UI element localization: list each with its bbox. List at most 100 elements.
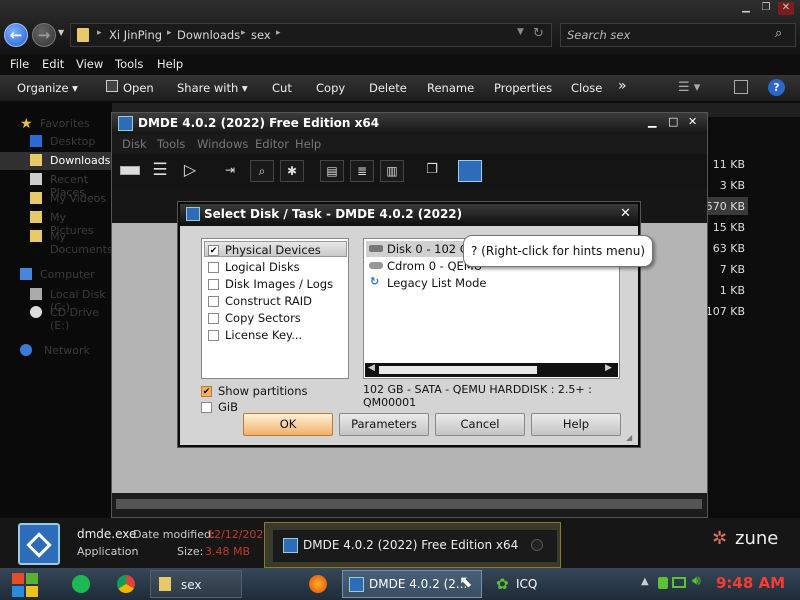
sidebar-item-desktop[interactable]: Desktop	[50, 135, 95, 148]
preview-close-icon[interactable]	[531, 539, 543, 551]
breadcrumb-user[interactable]: Xi JinPing	[109, 28, 162, 42]
preview-pane-icon[interactable]	[734, 80, 748, 94]
hex-editor-icon[interactable]: ▥	[380, 160, 404, 182]
forward-button[interactable]: →	[32, 23, 56, 47]
favorites-label[interactable]: Favorites	[40, 117, 90, 130]
dmde-home-icon[interactable]	[458, 160, 482, 182]
address-bar[interactable]: ▸ Xi JinPing ▸ Downloads ▸ sex ▸ ▼ ↻	[70, 23, 552, 47]
task-license-key[interactable]: License Key...	[208, 328, 302, 342]
menu-view[interactable]: View	[76, 57, 103, 71]
organize-button[interactable]: Organize ▾	[17, 81, 78, 95]
dmde-close-button[interactable]: ✕	[688, 115, 697, 128]
dmde-menu-tools[interactable]: Tools	[157, 137, 185, 151]
rename-button[interactable]: Rename	[427, 81, 474, 95]
address-dropdown-icon[interactable]: ▼	[517, 27, 524, 37]
computer-label[interactable]: Computer	[40, 268, 95, 281]
more-commands-icon[interactable]: »	[618, 78, 627, 94]
task-disk-images[interactable]: Disk Images / Logs	[208, 277, 333, 291]
checkbox[interactable]	[208, 313, 219, 324]
help-icon[interactable]: ?	[768, 79, 785, 96]
windows-icon[interactable]: ❐	[420, 160, 444, 182]
dmde-menu-editor[interactable]: Editor	[255, 137, 289, 151]
start-button[interactable]	[10, 570, 40, 598]
task-logical-disks[interactable]: Logical Disks	[208, 260, 300, 274]
dialog-close-icon[interactable]: ✕	[620, 206, 631, 221]
tray-app-icon[interactable]	[658, 577, 668, 589]
copy-button[interactable]: Copy	[316, 81, 345, 95]
scroll-thumb[interactable]	[379, 366, 537, 374]
taskbar-item-icq[interactable]: ✿ ICQ	[492, 570, 574, 598]
network-label[interactable]: Network	[44, 344, 90, 357]
checked-checkbox-icon[interactable]: ✔	[208, 245, 219, 256]
chrome-icon[interactable]	[117, 575, 135, 593]
firefox-icon[interactable]	[309, 575, 327, 593]
copy-sectors-icon[interactable]: ▤	[320, 160, 344, 182]
close-window-button[interactable]: ✕	[778, 2, 794, 15]
checkbox[interactable]	[208, 330, 219, 341]
computer-icon	[20, 268, 32, 280]
task-copy-sectors[interactable]: Copy Sectors	[208, 311, 301, 325]
checkbox[interactable]	[208, 262, 219, 273]
restore-button[interactable]: ❐	[758, 2, 774, 15]
open-button[interactable]: Open	[123, 81, 154, 95]
spotify-icon[interactable]	[72, 575, 90, 593]
clock[interactable]: 9:48 AM	[716, 574, 785, 592]
minimize-button[interactable]: ▁	[738, 2, 754, 15]
dmde-maximize-button[interactable]: □	[668, 115, 678, 128]
ok-button[interactable]: OK	[243, 413, 333, 436]
close-button[interactable]: Close	[571, 81, 602, 95]
refresh-icon[interactable]: ↻	[533, 26, 544, 41]
show-partitions-option[interactable]: ✔ Show partitions	[201, 384, 307, 398]
menu-help[interactable]: Help	[157, 57, 183, 71]
task-physical-devices[interactable]: ✔ Physical Devices	[208, 243, 321, 257]
checked-checkbox-icon[interactable]: ✔	[201, 386, 212, 397]
task-construct-raid[interactable]: Construct RAID	[208, 294, 312, 308]
sidebar-item-cd-drive[interactable]: CD Drive (E:)	[50, 306, 112, 332]
dmde-minimize-button[interactable]: ▁	[648, 115, 656, 128]
taskbar-item-sex[interactable]: sex	[150, 570, 242, 598]
drive-icon[interactable]	[118, 160, 142, 182]
back-button[interactable]: ←	[4, 23, 28, 47]
history-dropdown-icon[interactable]: ▼	[58, 28, 64, 37]
checkbox[interactable]	[208, 296, 219, 307]
goto-icon[interactable]: ⇥	[218, 160, 242, 182]
dmde-scrollbar[interactable]	[116, 499, 702, 509]
view-options-icon[interactable]: ☰ ▾	[678, 80, 700, 95]
play-icon[interactable]: ▷	[178, 160, 202, 182]
gib-option[interactable]: GiB	[201, 400, 238, 414]
breadcrumb-downloads[interactable]: Downloads	[177, 28, 240, 42]
help-button[interactable]: Help	[531, 413, 621, 436]
menu-tools[interactable]: Tools	[115, 57, 143, 71]
delete-button[interactable]: Delete	[369, 81, 407, 95]
scroll-right-icon[interactable]: ▶	[605, 363, 612, 373]
find-icon[interactable]: ⌕	[250, 160, 274, 182]
checkbox[interactable]	[208, 279, 219, 290]
breadcrumb-current[interactable]: sex	[251, 28, 271, 42]
sidebar-item-documents[interactable]: My Documents	[50, 230, 113, 256]
partitions-icon[interactable]: ☰	[148, 160, 172, 182]
cut-button[interactable]: Cut	[272, 81, 292, 95]
cancel-button[interactable]: Cancel	[435, 413, 525, 436]
tray-expand-icon[interactable]: ▲	[641, 576, 649, 587]
disk-list-scrollbar[interactable]: ◀ ▶	[365, 363, 618, 377]
sidebar-item-videos[interactable]: My Videos	[50, 192, 106, 205]
dmde-menu-disk[interactable]: Disk	[122, 137, 147, 151]
network-tray-icon[interactable]	[672, 577, 686, 588]
parameters-button[interactable]: Parameters	[339, 413, 429, 436]
list-icon[interactable]: ≣	[350, 160, 374, 182]
volume-icon[interactable]: 🔊︎	[692, 573, 701, 589]
menu-edit[interactable]: Edit	[42, 57, 64, 71]
sidebar-item-downloads[interactable]: Downloads	[50, 154, 110, 167]
resize-grip-icon[interactable]: ◢	[626, 433, 632, 442]
checkbox[interactable]	[201, 402, 212, 413]
share-with-button[interactable]: Share with ▾	[177, 81, 248, 95]
dmde-menu-help[interactable]: Help	[295, 137, 321, 151]
scroll-left-icon[interactable]: ◀	[368, 363, 375, 373]
taskbar-preview[interactable]: DMDE 4.0.2 (2022) Free Edition x64	[264, 522, 561, 568]
new-file-icon[interactable]: ✱	[280, 160, 304, 182]
menu-file[interactable]: File	[10, 57, 29, 71]
search-input[interactable]: Search sex ⌕	[560, 23, 796, 47]
properties-button[interactable]: Properties	[494, 81, 552, 95]
dmde-menu-windows[interactable]: Windows	[197, 137, 248, 151]
legacy-list-mode[interactable]: Legacy List Mode	[387, 276, 487, 290]
